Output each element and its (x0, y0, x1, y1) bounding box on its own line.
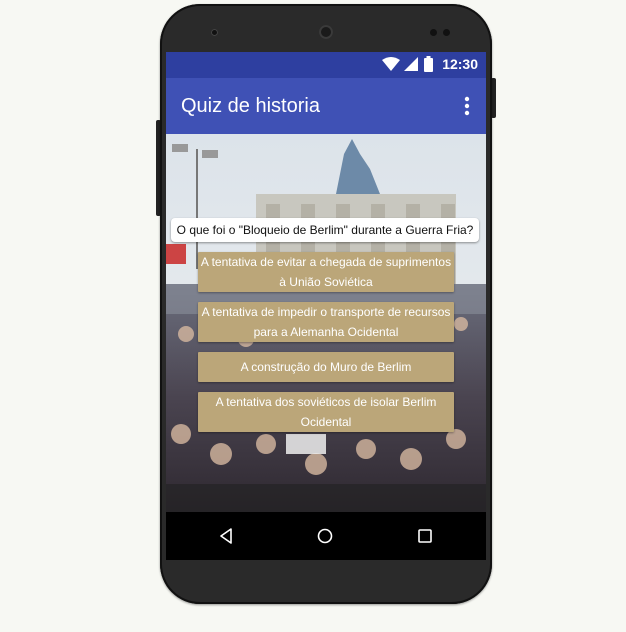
answer-button-2[interactable]: A tentativa de impedir o transporte de r… (198, 302, 454, 342)
answer-button-4[interactable]: A tentativa dos soviéticos de isolar Ber… (198, 392, 454, 432)
status-bar: 12:30 (166, 52, 486, 78)
answer-button-1[interactable]: A tentativa de evitar a chegada de supri… (198, 252, 454, 292)
quiz-content: O que foi o "Bloqueio de Berlim" durante… (166, 134, 486, 512)
status-time: 12:30 (442, 56, 478, 72)
back-icon[interactable] (218, 528, 234, 549)
proximity-sensor (430, 29, 437, 36)
question-text: O que foi o "Bloqueio de Berlim" durante… (171, 218, 479, 242)
home-icon[interactable] (317, 528, 333, 549)
navigation-bar (166, 512, 486, 560)
wifi-icon (382, 57, 400, 76)
app-bar: Quiz de historia (166, 78, 486, 134)
battery-icon (424, 56, 433, 77)
overflow-menu-icon[interactable] (464, 96, 470, 121)
signal-icon (404, 57, 418, 76)
app-title: Quiz de historia (181, 95, 320, 117)
recent-apps-icon[interactable] (418, 529, 432, 548)
earpiece-speaker (319, 25, 333, 39)
light-sensor (443, 29, 450, 36)
front-camera (211, 29, 218, 36)
answer-button-3[interactable]: A construção do Muro de Berlim (198, 352, 454, 382)
phone-screen: 12:30 Quiz de historia O que foi o "Bloq… (166, 52, 486, 560)
